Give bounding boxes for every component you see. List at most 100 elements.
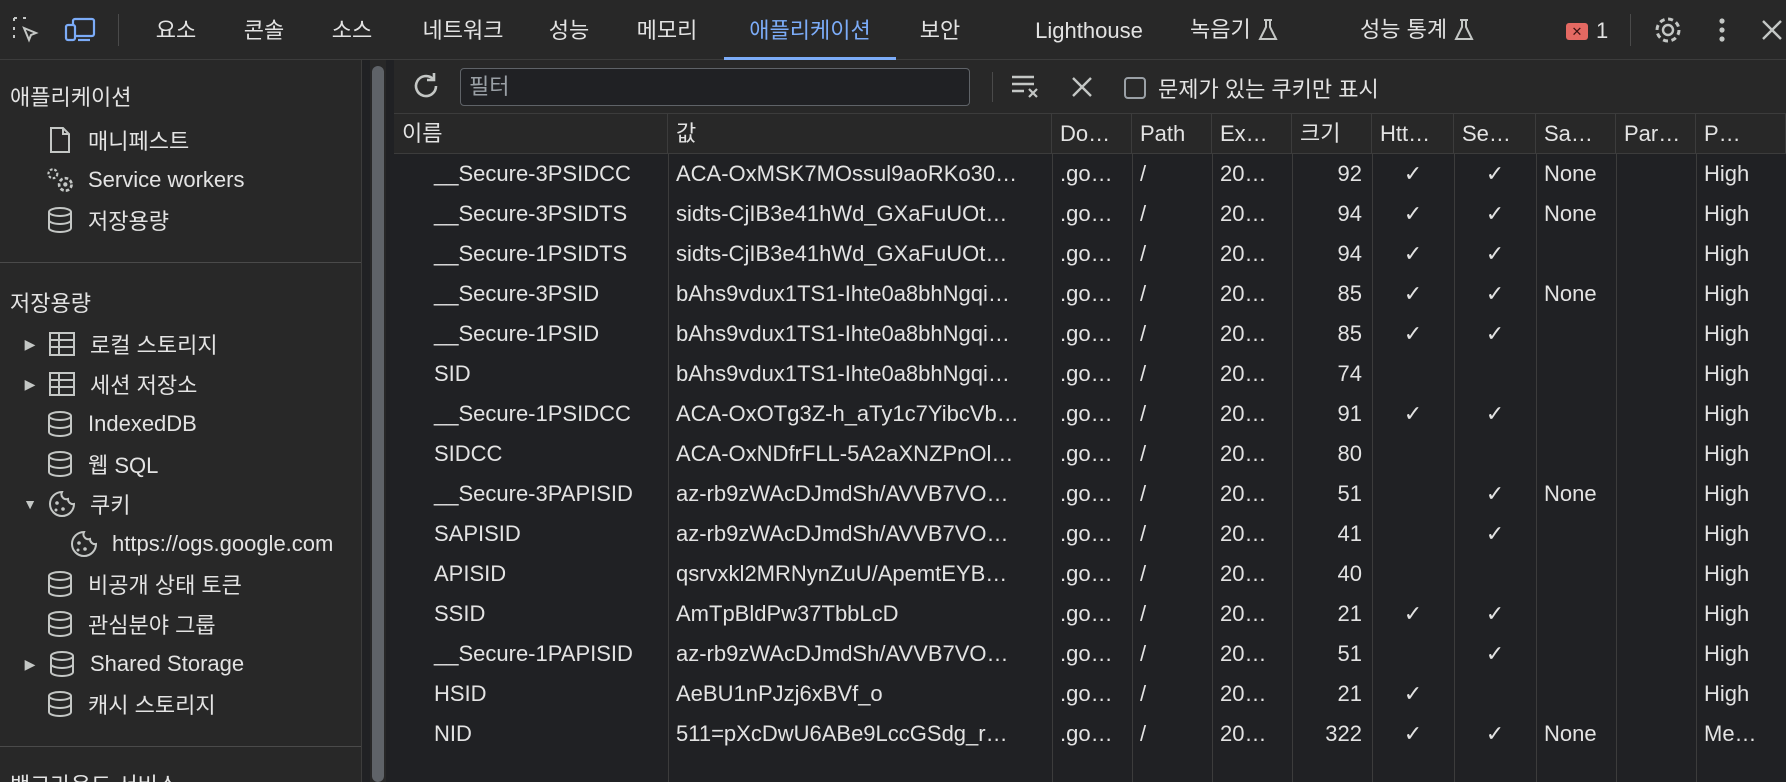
sidebar-scrollbar-thumb[interactable] <box>372 66 384 782</box>
expand-arrow-icon[interactable]: ▶ <box>20 376 40 393</box>
cell-expires: 20… <box>1220 521 1267 546</box>
device-toolbar-icon[interactable] <box>64 14 96 46</box>
column-divider <box>1372 154 1373 782</box>
column-header-domain[interactable]: Do… <box>1052 114 1132 154</box>
cell-value: ACA-OxOTg3Z-h_aTy1c7YibcVb… <box>676 401 1019 426</box>
tab-memory[interactable]: 메모리 <box>622 0 712 60</box>
tab-recorder[interactable]: 녹음기 <box>1190 0 1290 60</box>
column-divider <box>1212 154 1213 782</box>
error-count-badge[interactable]: ✕ 1 <box>1566 18 1608 44</box>
cell-path: / <box>1140 601 1147 626</box>
table-grid-icon <box>46 328 78 360</box>
column-header-samesite[interactable]: Sa… <box>1536 114 1616 154</box>
close-devtools-icon[interactable] <box>1756 14 1786 46</box>
table-row[interactable]: SAPISID az-rb9zWAcDJmdSh/AVVB7VO… .go… / 20…… <box>394 514 1786 554</box>
cell-secure: ✓ <box>1485 321 1505 346</box>
cell-samesite <box>1536 434 1616 474</box>
sidebar-item-shared-storage[interactable]: ▶ Shared Storage <box>20 646 244 682</box>
cell-domain: .go… <box>1060 441 1113 466</box>
column-divider <box>1536 154 1537 782</box>
column-header-priority[interactable]: P… <box>1696 114 1786 154</box>
table-row[interactable]: __Secure-3PSIDCC ACA-OxMSK7MOssul9aoRKo30… <box>394 154 1786 194</box>
sidebar-item-local-storage[interactable]: ▶ 로컬 스토리지 <box>20 326 218 362</box>
cell-expires: 20… <box>1220 401 1267 426</box>
sidebar-item-interest-groups[interactable]: 관심분야 그룹 <box>44 606 216 642</box>
only-issues-checkbox[interactable] <box>1124 77 1146 99</box>
cell-samesite <box>1536 634 1616 674</box>
sidebar-item-indexeddb[interactable]: IndexedDB <box>44 406 197 442</box>
table-row[interactable]: __Secure-3PAPISID az-rb9zWAcDJmdSh/AVVB7V… <box>394 474 1786 514</box>
cell-priority: High <box>1704 681 1750 706</box>
tab-console[interactable]: 콘솔 <box>232 0 296 60</box>
table-row[interactable]: SSID AmTpBldPw37TbbLcD .go… / 20… 21 ✓ ✓ High <box>394 594 1786 634</box>
cell-name: __Secure-1PAPISID <box>434 641 633 666</box>
tab-lighthouse[interactable]: Lighthouse <box>1024 0 1154 60</box>
clear-all-cookies-icon[interactable] <box>1010 72 1044 102</box>
tab-security[interactable]: 보안 <box>910 0 970 60</box>
sidebar-item-private-state-tokens[interactable]: 비공개 상태 토큰 <box>44 566 242 602</box>
sidebar-item-web-sql[interactable]: 웹 SQL <box>44 446 158 482</box>
inspect-element-icon[interactable] <box>10 14 42 46</box>
cell-secure: ✓ <box>1485 241 1505 266</box>
flask-icon <box>1258 19 1278 40</box>
delete-selected-icon[interactable] <box>1070 75 1096 101</box>
cell-value: ACA-OxNDfrFLL-5A2aXNZPnOl… <box>676 441 1014 466</box>
more-options-icon[interactable] <box>1706 14 1738 46</box>
expand-arrow-icon[interactable]: ▶ <box>20 656 40 673</box>
gears-icon <box>44 164 76 196</box>
table-row[interactable]: __Secure-1PSIDCC ACA-OxOTg3Z-h_aTy1c7Yibc… <box>394 394 1786 434</box>
column-header-path[interactable]: Path <box>1132 114 1212 154</box>
settings-gear-icon[interactable] <box>1652 14 1684 46</box>
table-row[interactable]: __Secure-1PAPISID az-rb9zWAcDJmdSh/AVVB7V… <box>394 634 1786 674</box>
column-header-partition-key[interactable]: Par… <box>1616 114 1696 154</box>
tab-performance-insights[interactable]: 성능 통계 <box>1360 0 1490 60</box>
column-header-name[interactable]: 이름 <box>394 114 668 154</box>
document-icon <box>44 124 76 156</box>
sidebar-item-manifest[interactable]: 매니페스트 <box>44 122 189 158</box>
sidebar-item-storage[interactable]: 저장용량 <box>44 202 169 238</box>
sidebar-divider <box>0 746 361 747</box>
tab-network[interactable]: 네트워크 <box>410 0 516 60</box>
table-row[interactable]: SID bAhs9vdux1TS1-Ihte0a8bhNgqi… .go… / 20… 7… <box>394 354 1786 394</box>
column-header-value[interactable]: 값 <box>668 114 1052 154</box>
cell-domain: .go… <box>1060 721 1113 746</box>
column-header-size[interactable]: 크기 <box>1292 114 1372 154</box>
table-row[interactable]: __Secure-1PSID bAhs9vdux1TS1-Ihte0a8bhNgq… <box>394 314 1786 354</box>
cell-path: / <box>1140 361 1147 386</box>
sidebar-item-cookie-origin[interactable]: https://ogs.google.com <box>68 526 333 562</box>
cell-name: NID <box>434 721 472 746</box>
column-header-secure[interactable]: Se… <box>1454 114 1536 154</box>
column-header-httponly[interactable]: Htt… <box>1372 114 1454 154</box>
tab-sources[interactable]: 소스 <box>320 0 384 60</box>
cell-secure: ✓ <box>1485 481 1505 506</box>
table-row[interactable]: __Secure-3PSIDTS sidts-CjIB3e41hWd_GXaFuU… <box>394 194 1786 234</box>
tab-elements[interactable]: 요소 <box>144 0 208 60</box>
column-header-expires[interactable]: Ex… <box>1212 114 1292 154</box>
table-row[interactable]: __Secure-1PSIDTS sidts-CjIB3e41hWd_GXaFuU… <box>394 234 1786 274</box>
filter-input[interactable] <box>460 68 970 106</box>
collapse-arrow-icon[interactable]: ▼ <box>20 496 40 512</box>
cell-httponly <box>1372 354 1454 394</box>
sidebar-item-service-workers[interactable]: Service workers <box>44 162 244 198</box>
table-row[interactable]: __Secure-3PSID bAhs9vdux1TS1-Ihte0a8bhNgq… <box>394 274 1786 314</box>
cell-name: __Secure-3PSIDCC <box>434 161 631 186</box>
refresh-icon[interactable] <box>410 70 442 102</box>
table-row[interactable]: APISID qsrvxkl2MRNynZuU/ApemtEYB… .go… / 20…… <box>394 554 1786 594</box>
sidebar-item-cookies[interactable]: ▼ 쿠키 <box>20 486 130 522</box>
tab-performance[interactable]: 성능 <box>540 0 598 60</box>
cell-httponly: ✓ <box>1403 321 1423 346</box>
cell-value: bAhs9vdux1TS1-Ihte0a8bhNgqi… <box>676 321 1010 346</box>
table-row[interactable]: HSID AeBU1nPJzj6xBVf_o .go… / 20… 21 ✓ High <box>394 674 1786 714</box>
sidebar-item-label: Service workers <box>88 167 245 192</box>
sidebar-item-label: https://ogs.google.com <box>112 531 334 556</box>
cell-priority: High <box>1704 561 1750 586</box>
cell-size: 94 <box>1337 201 1362 226</box>
sidebar-item-session-storage[interactable]: ▶ 세션 저장소 <box>20 366 197 402</box>
cell-value: az-rb9zWAcDJmdSh/AVVB7VO… <box>676 521 1009 546</box>
cell-samesite <box>1536 514 1616 554</box>
table-row[interactable]: SIDCC ACA-OxNDfrFLL-5A2aXNZPnOl… .go… / 20… 8… <box>394 434 1786 474</box>
tab-application[interactable]: 애플리케이션 <box>724 0 896 60</box>
expand-arrow-icon[interactable]: ▶ <box>20 336 40 353</box>
table-row[interactable]: NID 511=pXcDwU6ABe9LccGSdg_r… .go… / 20… 322 ✓… <box>394 714 1786 754</box>
sidebar-item-cache-storage[interactable]: 캐시 스토리지 <box>44 686 216 722</box>
